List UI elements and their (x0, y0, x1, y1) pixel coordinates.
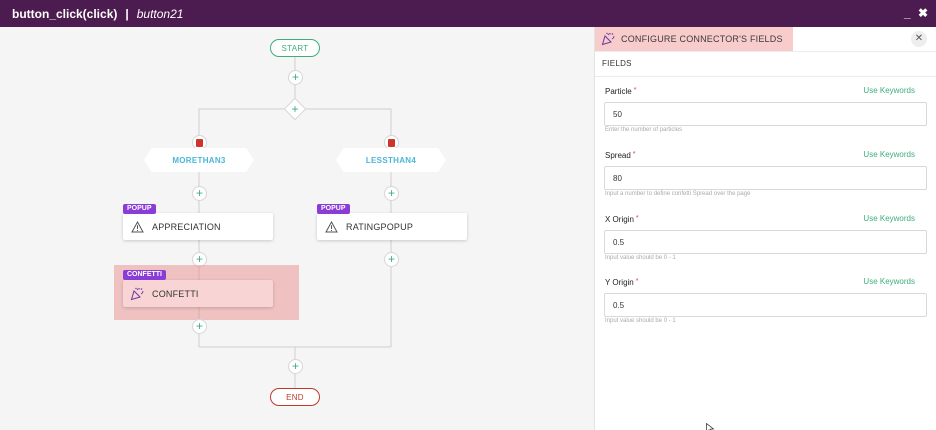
node-type-badge: POPUP (317, 204, 350, 214)
x-origin-input[interactable] (604, 230, 927, 254)
particle-label: Particle * (605, 87, 637, 96)
panel-title: CONFIGURE CONNECTOR'S FIELDS (621, 34, 783, 44)
x-origin-hint: Input value should be 0 - 1 (605, 255, 676, 261)
add-branch-button[interactable]: + (285, 99, 305, 119)
warning-icon (130, 220, 144, 234)
party-popper-icon (130, 287, 144, 301)
spread-input[interactable] (604, 166, 927, 190)
add-step-button[interactable]: + (192, 186, 207, 201)
mouse-cursor-icon (706, 423, 715, 430)
particle-hint: Enter the number of particles (605, 127, 683, 133)
add-step-button[interactable]: + (288, 70, 303, 85)
node-label: APPRECIATION (152, 221, 221, 232)
party-popper-icon (601, 32, 615, 46)
delete-branch-icon[interactable] (192, 135, 207, 150)
node-type-badge: POPUP (123, 204, 156, 214)
window-title: button_click(click) (12, 6, 118, 21)
close-panel-button[interactable]: ✕ (911, 31, 927, 47)
title-bar: button_click(click) | button21 _ ✖ (0, 0, 936, 27)
condition-node-lessthan4[interactable]: LESSTHAN4 (336, 148, 446, 172)
delete-branch-icon[interactable] (384, 135, 399, 150)
end-node[interactable]: END (270, 388, 320, 406)
add-step-button[interactable]: + (384, 252, 399, 267)
spread-hint: Input a number to define confetti Spread… (605, 191, 751, 197)
add-step-button[interactable]: + (288, 359, 303, 374)
use-keywords-link[interactable]: Use Keywords (863, 277, 915, 286)
y-origin-input[interactable] (604, 293, 927, 317)
particle-input[interactable] (604, 102, 927, 126)
node-type-badge: CONFETTI (123, 270, 166, 280)
window-subtitle: button21 (136, 6, 184, 21)
node-label: CONFETTI (152, 288, 199, 299)
tab-fields[interactable]: FIELDS (602, 59, 632, 68)
flow-canvas[interactable]: START + + MORETHAN3 + APPRECIATION POPUP… (0, 27, 594, 430)
confetti-node[interactable]: CONFETTI (123, 280, 273, 307)
x-origin-label: X Origin * (605, 215, 639, 224)
panel-header: CONFIGURE CONNECTOR'S FIELDS ✕ (595, 27, 936, 52)
panel-divider (595, 76, 936, 77)
y-origin-hint: Input value should be 0 - 1 (605, 318, 676, 324)
title-separator: | (125, 6, 129, 21)
close-window-button[interactable]: ✖ (918, 6, 928, 20)
add-step-button[interactable]: + (192, 319, 207, 334)
minimize-button[interactable]: _ (904, 6, 911, 20)
configure-connector-panel: CONFIGURE CONNECTOR'S FIELDS ✕ FIELDS Pa… (594, 27, 936, 430)
spread-label: Spread * (605, 151, 636, 160)
warning-icon (324, 220, 338, 234)
popup-node-ratingpopup[interactable]: RATINGPOPUP (317, 213, 467, 240)
popup-node-appreciation[interactable]: APPRECIATION (123, 213, 273, 240)
condition-node-morethan3[interactable]: MORETHAN3 (144, 148, 254, 172)
use-keywords-link[interactable]: Use Keywords (863, 150, 915, 159)
y-origin-label: Y Origin * (605, 278, 639, 287)
panel-title-bar: CONFIGURE CONNECTOR'S FIELDS (595, 27, 793, 51)
start-node[interactable]: START (270, 39, 320, 57)
use-keywords-link[interactable]: Use Keywords (863, 214, 915, 223)
node-label: RATINGPOPUP (346, 221, 414, 232)
add-step-button[interactable]: + (384, 186, 399, 201)
use-keywords-link[interactable]: Use Keywords (863, 86, 915, 95)
